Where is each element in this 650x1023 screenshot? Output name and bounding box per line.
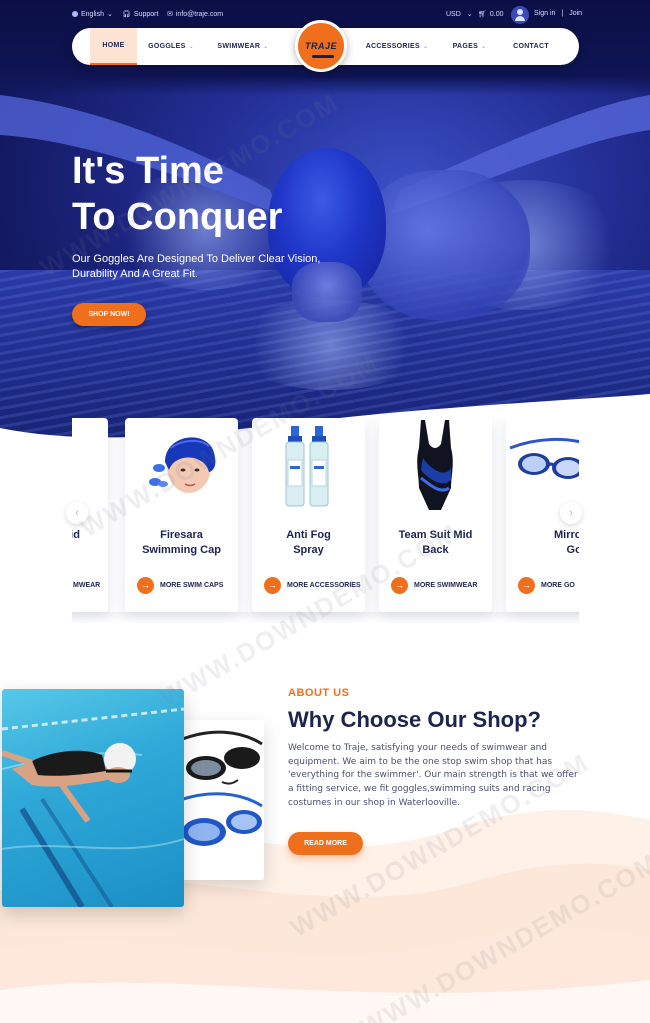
cart-link[interactable]: 🛒︎ 0.00 bbox=[478, 10, 504, 19]
product-card[interactable]: Firesara Swimming Cap → MORE SWIM CAPS bbox=[125, 418, 238, 612]
product-name-line2: Back bbox=[422, 544, 449, 556]
chevron-down-icon: ⌄ bbox=[422, 44, 429, 50]
headset-icon: 🎧︎ bbox=[122, 11, 131, 18]
product-name-line1: Anti Fog bbox=[286, 529, 331, 541]
chevron-down-icon: ⌄ bbox=[466, 11, 473, 18]
swim-cap-image bbox=[149, 437, 216, 493]
nav-home[interactable]: HOME bbox=[90, 28, 137, 65]
goggles-photo bbox=[170, 720, 264, 880]
nav-home-label: HOME bbox=[102, 42, 125, 49]
email-link[interactable]: ✉ info@traje.com bbox=[167, 10, 224, 19]
top-bar: English ⌄ 🎧︎ Support ✉ info@traje.com US… bbox=[72, 6, 582, 24]
hero-title-line2: To Conquer bbox=[72, 196, 283, 238]
nav-pages[interactable]: PAGES ⌄ bbox=[447, 28, 492, 65]
email-label: info@traje.com bbox=[175, 10, 224, 18]
more-swimwear-link[interactable]: → MORE SWIMWEAR bbox=[391, 576, 477, 594]
chevron-down-icon: ⌄ bbox=[481, 44, 487, 50]
auth-separator: | bbox=[561, 10, 564, 17]
about-kicker: ABOUT US bbox=[288, 687, 350, 699]
support-link[interactable]: 🎧︎ Support bbox=[122, 10, 159, 19]
product-more-label: MWEAR bbox=[73, 581, 101, 589]
arrow-right-icon: → bbox=[137, 576, 154, 594]
globe-icon bbox=[72, 11, 78, 17]
logo-text: TRAJE bbox=[304, 41, 337, 51]
product-more-label: MORE GO bbox=[541, 581, 575, 589]
nav-accessories[interactable]: ACCESSORIES ⌄ bbox=[362, 28, 432, 65]
product-name-line2: Swimming Cap bbox=[142, 544, 221, 556]
nav-contact[interactable]: CONTACT bbox=[506, 28, 556, 65]
carousel-next-button[interactable]: › bbox=[560, 502, 582, 524]
support-label: Support bbox=[133, 10, 159, 18]
user-avatar-icon[interactable] bbox=[511, 6, 529, 24]
join-link[interactable]: Join bbox=[569, 10, 582, 17]
nav-contact-label: CONTACT bbox=[513, 43, 549, 50]
product-more-link[interactable]: MWEAR bbox=[73, 576, 100, 594]
product-name-line1: Mirrored S bbox=[553, 529, 579, 541]
shop-now-button[interactable]: SHOP NOW! bbox=[72, 303, 146, 326]
cart-icon: 🛒︎ bbox=[478, 11, 487, 18]
arrow-right-icon: → bbox=[518, 576, 535, 594]
product-name-line1: Firesara bbox=[160, 529, 203, 541]
pool-illustration bbox=[2, 707, 184, 907]
cart-total: 0.00 bbox=[489, 10, 504, 18]
chevron-left-icon: ‹ bbox=[75, 507, 79, 519]
product-name: Firesara Swimming Cap bbox=[125, 528, 238, 558]
product-more-label: MORE ACCESSORIES bbox=[287, 581, 361, 589]
more-goggles-link[interactable]: → MORE GO bbox=[518, 576, 575, 594]
brand-logo[interactable]: TRAJE bbox=[295, 20, 347, 72]
nav-swimwear-label: SWIMWEAR bbox=[217, 43, 261, 50]
arrow-right-icon: → bbox=[264, 576, 281, 594]
product-name: Mirrored S Goggle bbox=[506, 528, 579, 558]
mirrored-goggles-image bbox=[509, 438, 579, 479]
currency-selector[interactable]: USD ⌄ bbox=[446, 10, 473, 19]
nav-pages-label: PAGES bbox=[452, 43, 479, 50]
hero-title: It's Time To Conquer bbox=[72, 148, 392, 240]
language-label: English bbox=[81, 10, 104, 18]
goggles-illustration bbox=[179, 730, 263, 846]
carousel-prev-button[interactable]: ‹ bbox=[66, 502, 88, 524]
about-title: Why Choose Our Shop? bbox=[288, 707, 541, 732]
product-name: Mid bbox=[72, 528, 108, 543]
more-accessories-link[interactable]: → MORE ACCESSORIES bbox=[264, 576, 361, 594]
product-image bbox=[72, 418, 108, 513]
product-name-line2: Spray bbox=[293, 544, 324, 556]
product-name-line1: Team Suit Mid bbox=[398, 529, 473, 541]
nav-accessories-label: ACCESSORIES bbox=[365, 43, 420, 50]
product-more-label: MORE SWIM CAPS bbox=[160, 581, 224, 589]
anti-fog-spray-image bbox=[285, 426, 329, 507]
product-carousel: Mid MWEAR Firesara Swimming Cap → MORE S… bbox=[72, 418, 579, 623]
product-more-label: MORE SWIMWEAR bbox=[414, 581, 478, 589]
currency-label: USD bbox=[446, 10, 461, 18]
product-name-line2: Goggle bbox=[566, 544, 579, 556]
sign-in-link[interactable]: Sign in bbox=[534, 10, 555, 17]
hero-title-line1: It's Time bbox=[72, 150, 224, 192]
nav-swimwear[interactable]: SWIMWEAR ⌄ bbox=[212, 28, 274, 65]
more-swim-caps-link[interactable]: → MORE SWIM CAPS bbox=[137, 576, 223, 594]
carousel-shadow bbox=[72, 612, 579, 622]
mail-icon: ✉ bbox=[167, 11, 173, 18]
product-name: Anti Fog Spray bbox=[252, 528, 365, 558]
swimsuit-image bbox=[417, 420, 453, 510]
read-more-button[interactable]: READ MORE bbox=[288, 832, 363, 855]
language-selector[interactable]: English ⌄ bbox=[72, 10, 113, 18]
auth-links: Sign in | Join bbox=[534, 10, 582, 17]
about-body: Welcome to Traje, satisfying your needs … bbox=[288, 743, 578, 808]
product-name: Team Suit Mid Back bbox=[379, 528, 492, 558]
product-card[interactable]: Anti Fog Spray → MORE ACCESSORIES bbox=[252, 418, 365, 612]
nav-goggles[interactable]: GOGGLES ⌄ bbox=[142, 28, 200, 65]
nav-goggles-label: GOGGLES bbox=[148, 43, 186, 50]
chevron-down-icon: ⌄ bbox=[106, 11, 113, 18]
product-card[interactable]: Team Suit Mid Back → MORE SWIMWEAR bbox=[379, 418, 492, 612]
product-name-line1: Mid bbox=[72, 529, 80, 541]
arrow-right-icon: → bbox=[391, 576, 408, 594]
chevron-down-icon: ⌄ bbox=[263, 44, 269, 50]
pool-swimmer-photo bbox=[2, 689, 184, 907]
hero-subtitle: Our Goggles Are Designed To Deliver Clea… bbox=[72, 253, 321, 280]
chevron-right-icon: › bbox=[569, 507, 573, 519]
chevron-down-icon: ⌄ bbox=[188, 44, 194, 50]
